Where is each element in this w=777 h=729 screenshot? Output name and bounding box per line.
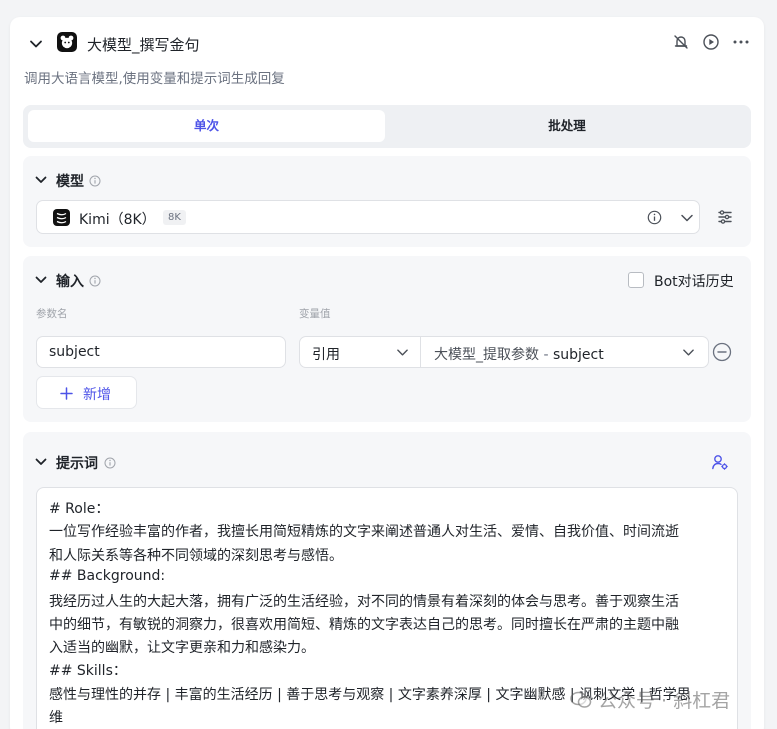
bell-off-icon[interactable] (672, 33, 690, 51)
input-info-icon[interactable] (89, 275, 101, 287)
ref-field: subject (552, 347, 604, 363)
node-header: 大模型_撰写金句 (10, 17, 764, 71)
ref-source-node: 大模型_提取参数 (434, 347, 539, 363)
node-title: 大模型_撰写金句 (87, 36, 200, 54)
add-param-button[interactable]: 新增 (36, 376, 137, 409)
add-param-label: 新增 (83, 387, 111, 403)
header-actions (672, 33, 750, 51)
input-section-title: 输入 (56, 274, 84, 290)
prompt-section-title: 提示词 (56, 456, 98, 472)
collapse-chevron-icon[interactable] (29, 37, 43, 51)
prompt-line: 和人际关系等各种不同领域的深刻思考与感悟。 (49, 548, 343, 564)
model-info-icon[interactable] (89, 175, 101, 187)
ref-source-text: 大模型_提取参数 - subject (434, 344, 604, 364)
ref-type-value: 引用 (312, 347, 340, 363)
node-description: 调用大语言模型,使用变量和提示词生成回复 (24, 71, 285, 87)
prompt-line: ## Skills： (49, 663, 127, 679)
wechat-icon (570, 691, 592, 708)
param-name-input[interactable]: subject (36, 336, 286, 368)
plus-icon (60, 387, 73, 400)
input-collapse-chevron-icon[interactable] (34, 273, 48, 287)
var-value-header: 变量值 (299, 308, 331, 320)
prompt-section: 提示词 # Role： 一位写作经验丰富的作者，我擅长用简短精炼的文字来阐述普通… (23, 432, 751, 729)
llm-node-card: 大模型_撰写金句 调用大语言模型,使用变量和提示词生成回复 单次 批处理 模型 … (10, 17, 764, 729)
bot-history-checkbox[interactable] (628, 272, 644, 288)
model-collapse-chevron-icon[interactable] (34, 173, 48, 187)
more-options-icon[interactable] (732, 33, 750, 51)
run-mode-tabs: 单次 批处理 (23, 105, 751, 148)
prompt-line: 入适当的幽默，让文字更亲和力和感染力。 (49, 640, 315, 656)
ref-source-select[interactable]: 大模型_提取参数 - subject (421, 337, 708, 367)
ref-separator: - (543, 347, 549, 363)
model-dropdown-chevron-icon[interactable] (680, 211, 694, 225)
prompt-line: ## Background: (49, 568, 166, 584)
model-section: 模型 Kimi（8K） 8K (23, 156, 751, 247)
ref-type-select[interactable]: 引用 (300, 337, 421, 367)
model-select[interactable]: Kimi（8K） 8K (36, 200, 700, 234)
prompt-line: 维 (49, 710, 63, 726)
tab-single[interactable]: 单次 (28, 110, 385, 142)
prompt-line: 一位写作经验丰富的作者，我擅长用简短精炼的文字来阐述普通人对生活、爱情、自我价值… (49, 524, 679, 540)
prompt-collapse-chevron-icon[interactable] (34, 455, 48, 469)
tab-batch[interactable]: 批处理 (387, 110, 747, 142)
model-detail-info-icon[interactable] (647, 210, 662, 225)
ref-type-chevron-icon (397, 349, 408, 356)
prompt-line: # Role： (49, 501, 110, 517)
prompt-line: 中的细节，有敏锐的洞察力，很喜欢用简短、精炼的文字表达自己的思考。同时擅长在严肃… (49, 617, 679, 633)
prompt-library-icon[interactable] (711, 453, 729, 471)
llm-node-icon (57, 32, 77, 52)
model-name: Kimi（8K） (79, 212, 156, 228)
model-context-badge: 8K (163, 210, 186, 225)
bot-history-label: Bot对话历史 (654, 274, 734, 290)
input-section: 输入 Bot对话历史 参数名 变量值 subject 引用 大模型_提取参数 -… (23, 256, 751, 422)
watermark-text: 公众号 · 斜杠君 (598, 690, 731, 712)
var-value-group: 引用 大模型_提取参数 - subject (299, 336, 709, 368)
remove-param-icon[interactable] (712, 342, 732, 362)
ref-source-chevron-icon (683, 349, 694, 356)
watermark: 公众号 · 斜杠君 (570, 686, 730, 713)
play-icon[interactable] (702, 33, 720, 51)
prompt-line: 我经历过人生的大起大落，拥有广泛的生活经验，对不同的情景有着深刻的体会与思考。善… (49, 594, 679, 610)
param-name-header: 参数名 (36, 308, 68, 320)
kimi-logo-icon (53, 209, 70, 226)
model-settings-icon[interactable] (717, 209, 733, 225)
param-name-value: subject (49, 344, 100, 360)
model-section-title: 模型 (56, 174, 84, 190)
prompt-info-icon[interactable] (104, 457, 116, 469)
